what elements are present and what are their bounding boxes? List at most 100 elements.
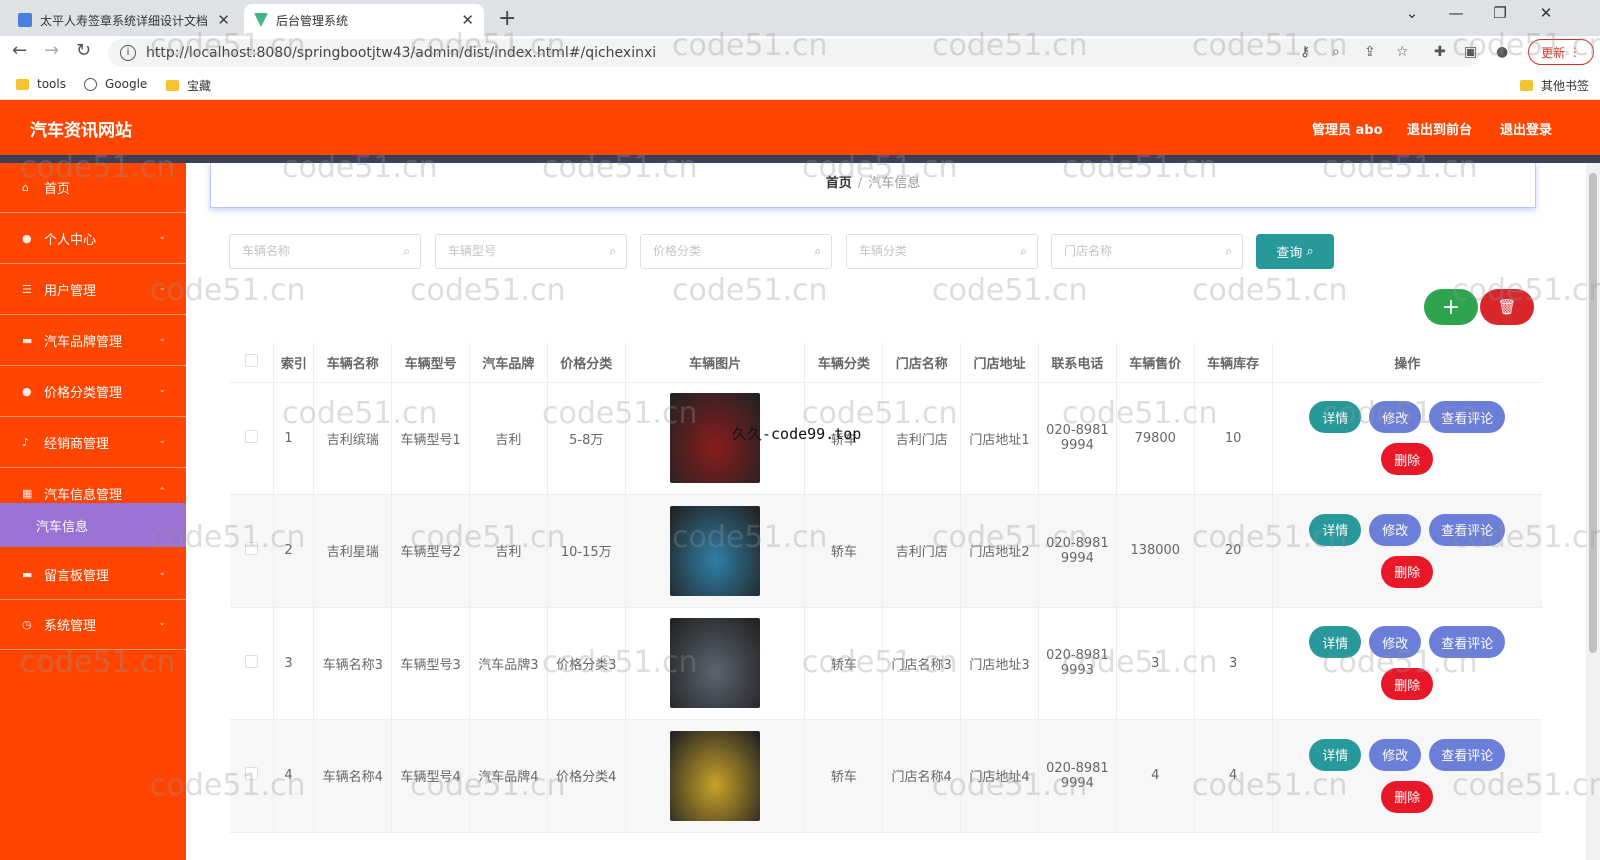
sidebar-item-profile[interactable]: ● 个人中心 ⌄ xyxy=(0,214,186,264)
reload-icon[interactable]: ↻ xyxy=(76,40,91,61)
delete-button[interactable]: 删除 xyxy=(1381,443,1434,476)
price-category-search-input[interactable]: 价格分类 ⌕ xyxy=(640,234,832,269)
query-button[interactable]: 查询 ⌕ xyxy=(1256,234,1334,269)
delete-button[interactable]: 删除 xyxy=(1381,668,1434,701)
car-image[interactable] xyxy=(670,618,761,709)
logout-link[interactable]: 退出登录 xyxy=(1500,119,1552,138)
sidebar-item-label: 汽车品牌管理 xyxy=(44,335,123,350)
row-checkbox[interactable] xyxy=(245,654,259,668)
extensions-icon[interactable]: ✚ xyxy=(1434,44,1446,60)
page-scrollbar[interactable] xyxy=(1586,163,1600,860)
model-cell: 车辆型号3 xyxy=(391,607,471,720)
sidebar-item-label: 价格分类管理 xyxy=(44,386,123,401)
app-header: 汽车资讯网站 管理员 abo 退出到前台 退出登录 xyxy=(0,100,1600,155)
brand-cell: 吉利 xyxy=(469,382,548,495)
bookmark-others[interactable]: 其他书签 xyxy=(1520,77,1589,94)
add-button[interactable]: + xyxy=(1424,289,1478,325)
window-close-icon[interactable]: ✕ xyxy=(1526,4,1566,22)
vehicle-category-search-input[interactable]: 车辆分类 ⌕ xyxy=(846,234,1038,269)
edit-button[interactable]: 修改 xyxy=(1369,738,1422,771)
batch-delete-button[interactable]: 🗑 xyxy=(1480,289,1534,325)
vehicle-name-search-input[interactable]: 车辆名称 ⌕ xyxy=(229,234,421,269)
grid-icon: ▦ xyxy=(22,486,33,500)
detail-button[interactable]: 详情 xyxy=(1309,738,1362,771)
back-icon[interactable]: ← xyxy=(12,40,27,61)
sidebar-item-system[interactable]: ◷ 系统管理 ⌄ xyxy=(0,600,186,650)
car-image[interactable] xyxy=(670,730,761,821)
bookmark-tools[interactable]: tools xyxy=(16,77,66,91)
phone-cell: 020-8981 9994 xyxy=(1038,719,1117,833)
profile-icon[interactable]: ● xyxy=(1496,44,1508,60)
close-icon[interactable]: ✕ xyxy=(217,11,230,29)
index-cell: 4 xyxy=(273,719,315,833)
detail-button[interactable]: 详情 xyxy=(1309,626,1362,659)
close-icon[interactable]: ✕ xyxy=(461,11,474,29)
detail-button[interactable]: 详情 xyxy=(1309,401,1362,434)
vehicle-model-search-input[interactable]: 车辆型号 ⌕ xyxy=(435,234,627,269)
url-input[interactable]: i http://localhost:8080/springbootjtw43/… xyxy=(108,39,1480,67)
sidebar-item-home[interactable]: ⌂ 首页 xyxy=(0,163,186,213)
back-to-front-link[interactable]: 退出到前台 xyxy=(1407,119,1472,138)
minimize-icon[interactable]: — xyxy=(1436,4,1476,22)
sidebar-item-price-category[interactable]: ● 价格分类管理 ⌄ xyxy=(0,367,186,417)
delete-button[interactable]: 删除 xyxy=(1381,780,1434,813)
sidebar-item-label: 汽车信息管理 xyxy=(44,488,123,503)
sidebar-subitem-car-info[interactable]: 汽车信息 xyxy=(0,503,186,547)
tab-search-icon[interactable]: ⌄ xyxy=(1392,4,1432,22)
zoom-icon[interactable]: ⌕ xyxy=(1332,44,1340,60)
tab-title: 后台管理系统 xyxy=(276,13,349,28)
sidebar-item-messages[interactable]: ▬ 留言板管理 ⌄ xyxy=(0,550,186,600)
edit-button[interactable]: 修改 xyxy=(1369,401,1422,434)
edit-button[interactable]: 修改 xyxy=(1369,513,1422,546)
column-header: 价格分类 xyxy=(547,343,626,383)
restore-icon[interactable]: ❐ xyxy=(1480,4,1520,22)
browser-tab-admin[interactable]: 后台管理系统 ✕ xyxy=(244,4,484,36)
view-comments-button[interactable]: 查看评论 xyxy=(1429,626,1506,659)
new-tab-icon[interactable]: + xyxy=(498,6,516,31)
edit-button[interactable]: 修改 xyxy=(1369,626,1422,659)
breadcrumb-home[interactable]: 首页 xyxy=(826,176,852,191)
search-icon: ⌕ xyxy=(403,244,410,258)
sidebar-item-dealers[interactable]: ♪ 经销商管理 ⌄ xyxy=(0,418,186,468)
select-all-checkbox[interactable] xyxy=(245,353,259,367)
brand-cell: 汽车品牌4 xyxy=(469,719,548,833)
scroll-thumb[interactable] xyxy=(1589,173,1597,653)
row-actions-top: 详情 修改 查看评论 xyxy=(1309,626,1506,659)
forward-icon[interactable]: → xyxy=(44,40,59,61)
stock-cell: 4 xyxy=(1194,719,1273,833)
folder-icon: ▬ xyxy=(22,567,33,581)
info-icon[interactable]: i xyxy=(120,45,136,61)
sidebar-item-users[interactable]: ☰ 用户管理 ⌄ xyxy=(0,265,186,315)
row-checkbox[interactable] xyxy=(245,767,259,781)
view-comments-button[interactable]: 查看评论 xyxy=(1429,513,1506,546)
browser-tab-doc[interactable]: 太平人寿签章系统详细设计文档 ✕ xyxy=(8,4,240,36)
view-comments-button[interactable]: 查看评论 xyxy=(1429,401,1506,434)
share-icon[interactable]: ⇪ xyxy=(1364,44,1376,60)
update-button[interactable]: 更新 ⋮ xyxy=(1528,39,1594,65)
sidepanel-icon[interactable]: ▣ xyxy=(1464,44,1477,60)
detail-button[interactable]: 详情 xyxy=(1309,513,1362,546)
store-name-search-input[interactable]: 门店名称 ⌕ xyxy=(1051,234,1243,269)
table-row: 2 吉利星瑞 车辆型号2 吉利 10-15万 轿车 吉利门店 门店地址2 020-8981 999… xyxy=(230,494,1542,608)
sidebar-item-brands[interactable]: ▬ 汽车品牌管理 ⌄ xyxy=(0,316,186,366)
car-image[interactable] xyxy=(670,505,761,596)
phone-line: 020-8981 xyxy=(1046,648,1109,664)
search-icon: ⌕ xyxy=(609,244,616,258)
car-info-table: 索引 车辆名称 车辆型号 汽车品牌 价格分类 车辆图片 车辆分类 门店名称 门店… xyxy=(230,343,1542,833)
table-body: 1 吉利缤瑞 车辆型号1 吉利 5-8万 轿车 吉利门店 门店地址1 020-8981 9994 7… xyxy=(230,382,1542,833)
index-cell: 3 xyxy=(273,607,315,720)
operations-cell: 详情 修改 查看评论删除 xyxy=(1272,719,1542,833)
view-comments-button[interactable]: 查看评论 xyxy=(1429,738,1506,771)
phone-line: 020-8981 xyxy=(1046,423,1109,439)
brand-cell: 汽车品牌3 xyxy=(469,607,548,720)
row-checkbox[interactable] xyxy=(245,429,259,443)
star-icon[interactable]: ☆ xyxy=(1396,44,1409,60)
bookmark-google[interactable]: Google xyxy=(84,77,147,91)
key-icon[interactable]: ⚷ xyxy=(1300,44,1310,60)
placeholder: 车辆名称 xyxy=(242,244,291,258)
clock-icon: ◷ xyxy=(22,617,32,631)
row-checkbox[interactable] xyxy=(245,542,259,556)
bookmark-treasure[interactable]: 宝藏 xyxy=(166,77,211,94)
image-cell xyxy=(625,494,806,608)
delete-button[interactable]: 删除 xyxy=(1381,555,1434,588)
